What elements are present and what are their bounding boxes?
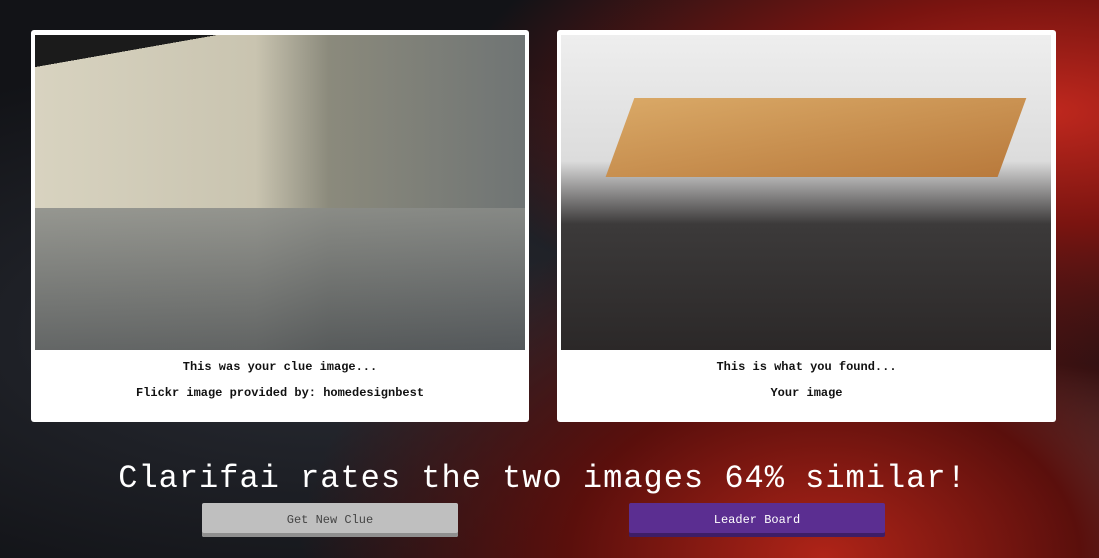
- similarity-result: Clarifai rates the two images 64% simila…: [118, 460, 967, 497]
- found-image: [561, 35, 1051, 350]
- clue-caption: This was your clue image...: [182, 360, 378, 374]
- found-caption: This is what you found...: [716, 360, 897, 374]
- get-new-clue-button[interactable]: Get New Clue: [202, 503, 458, 537]
- clue-image-card: This was your clue image... Flickr image…: [31, 30, 529, 422]
- clue-image: [35, 35, 525, 350]
- found-image-card: This is what you found... Your image: [557, 30, 1056, 422]
- leader-board-button[interactable]: Leader Board: [629, 503, 885, 537]
- clue-credit: Flickr image provided by: homedesignbest: [135, 386, 425, 400]
- found-credit: Your image: [770, 386, 843, 400]
